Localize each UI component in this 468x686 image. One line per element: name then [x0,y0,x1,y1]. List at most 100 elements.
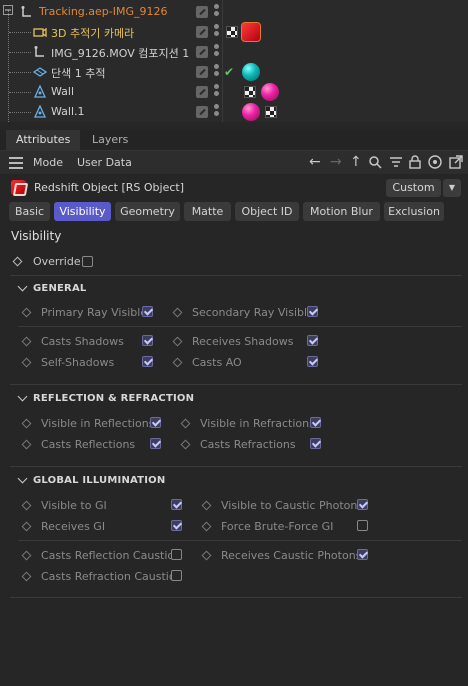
tree-connector [9,52,31,53]
receives-caustic-photons-checkbox[interactable] [357,549,368,560]
search-icon[interactable] [369,153,382,174]
tab-basic[interactable]: Basic [9,202,50,221]
keyframe-diamond-icon[interactable] [21,571,32,582]
primary-ray-visible-checkbox[interactable] [142,306,153,317]
tree-row-wall[interactable]: Wall [0,82,468,102]
keyframe-diamond-icon[interactable] [21,307,32,318]
edit-icon[interactable] [196,46,208,58]
keyframe-diamond-icon[interactable] [21,550,32,561]
visible-in-refractions-checkbox[interactable] [310,417,321,428]
option-label: Force Brute-Force GI [221,520,334,533]
tab-layers[interactable]: Layers [82,130,138,150]
filter-icon[interactable] [389,153,403,174]
tree-connector [9,32,31,33]
edit-icon[interactable] [196,66,208,78]
texture-tag-icon[interactable] [244,86,256,98]
visibility-dots-icon[interactable] [214,4,220,20]
visibility-dots-icon[interactable] [214,64,220,80]
keyframe-diamond-icon[interactable] [172,357,183,368]
tree-row-root[interactable]: Tracking.aep-IMG_9126 [0,2,468,22]
visibility-dots-icon[interactable] [214,84,220,100]
tree-item-label: 3D 추적기 카메라 [51,27,135,40]
texture-tag-icon[interactable] [265,106,277,118]
texture-tag-icon[interactable] [226,26,238,38]
casts-refractions-checkbox[interactable] [310,438,321,449]
chevron-down-icon[interactable] [17,473,28,484]
redshift-logo-icon [11,180,26,195]
keyframe-diamond-icon[interactable] [21,521,32,532]
tree-row-composition[interactable]: IMG_9126.MOV 컴포지션 1 [0,42,468,62]
tab-matte[interactable]: Matte [184,202,231,221]
option-label: Visible to GI [41,499,107,512]
force-brute-force-gi-checkbox[interactable] [357,520,368,531]
self-shadows-checkbox[interactable] [142,356,153,367]
material-tag-icon[interactable] [261,83,279,101]
keyframe-diamond-icon[interactable] [180,439,191,450]
visibility-dots-icon[interactable] [214,104,220,120]
chevron-down-icon[interactable] [17,391,28,402]
keyframe-diamond-icon[interactable] [180,418,191,429]
edit-icon[interactable] [196,106,208,118]
keyframe-diamond-icon[interactable] [21,500,32,511]
keyframe-diamond-icon[interactable] [201,500,212,511]
casts-reflection-caustics-checkbox[interactable] [171,549,182,560]
group-header-reflection[interactable]: REFLECTION & REFRACTION [33,393,194,404]
keyframe-diamond-icon[interactable] [201,550,212,561]
edit-icon[interactable] [196,26,208,38]
casts-reflections-checkbox[interactable] [150,438,161,449]
keyframe-diamond-icon[interactable] [201,521,212,532]
preset-button[interactable]: Custom [386,179,441,197]
visible-to-caustic-photons-checkbox[interactable] [357,499,368,510]
divider [18,326,462,327]
keyframe-diamond-icon[interactable] [172,307,183,318]
visibility-dots-icon[interactable] [214,24,220,40]
edit-icon[interactable] [196,6,208,18]
override-checkbox[interactable] [82,256,93,267]
receives-gi-checkbox[interactable] [171,520,182,531]
forward-arrow-icon[interactable]: → [330,153,342,171]
keyframe-diamond-icon[interactable] [21,357,32,368]
lock-icon[interactable] [409,153,421,174]
casts-shadows-checkbox[interactable] [142,335,153,346]
chevron-down-icon[interactable] [17,281,28,292]
casts-ao-checkbox[interactable] [307,356,318,367]
material-tag-icon[interactable] [242,103,260,121]
tab-geometry[interactable]: Geometry [115,202,180,221]
material-tag-icon[interactable] [242,63,260,81]
tab-visibility[interactable]: Visibility [54,202,111,221]
redshift-tag-icon[interactable] [241,22,261,42]
group-header-gi[interactable]: GLOBAL ILLUMINATION [33,475,165,486]
keyframe-diamond-icon[interactable] [21,418,32,429]
visibility-dots-icon[interactable] [214,44,220,60]
tree-row-solid[interactable]: 단색 1 추적 ✔ [0,62,468,82]
visible-in-reflections-checkbox[interactable] [150,417,161,428]
mode-menu[interactable]: Mode [33,156,63,169]
user-data-menu[interactable]: User Data [77,156,132,169]
secondary-ray-visible-checkbox[interactable] [307,306,318,317]
keyframe-diamond-icon[interactable] [21,439,32,450]
receives-shadows-checkbox[interactable] [307,335,318,346]
tab-exclusion[interactable]: Exclusion [384,202,444,221]
up-arrow-icon[interactable]: ↑ [350,153,362,171]
edit-icon[interactable] [196,86,208,98]
collapse-icon[interactable] [3,5,17,19]
target-icon[interactable] [428,153,442,174]
tab-attributes[interactable]: Attributes [6,130,81,150]
chevron-down-icon[interactable]: ▼ [443,179,461,197]
visible-to-gi-checkbox[interactable] [171,499,182,510]
tree-item-label: Tracking.aep-IMG_9126 [39,5,168,18]
keyframe-diamond-icon[interactable] [12,256,23,267]
option-label: Casts Reflection Caustics [41,549,180,562]
tab-object-id[interactable]: Object ID [235,202,299,221]
back-arrow-icon[interactable]: ← [309,153,321,171]
new-window-icon[interactable] [449,153,463,174]
menu-icon[interactable] [9,157,23,169]
tree-row-camera[interactable]: 3D 추적기 카메라 [0,22,468,42]
casts-refraction-caustics-checkbox[interactable] [171,570,182,581]
keyframe-diamond-icon[interactable] [172,336,183,347]
tab-motion-blur[interactable]: Motion Blur [303,202,380,221]
group-header-general[interactable]: GENERAL [33,283,86,294]
keyframe-diamond-icon[interactable] [21,336,32,347]
override-label: Override [33,255,81,268]
tree-row-wall-1[interactable]: Wall.1 [0,102,468,122]
